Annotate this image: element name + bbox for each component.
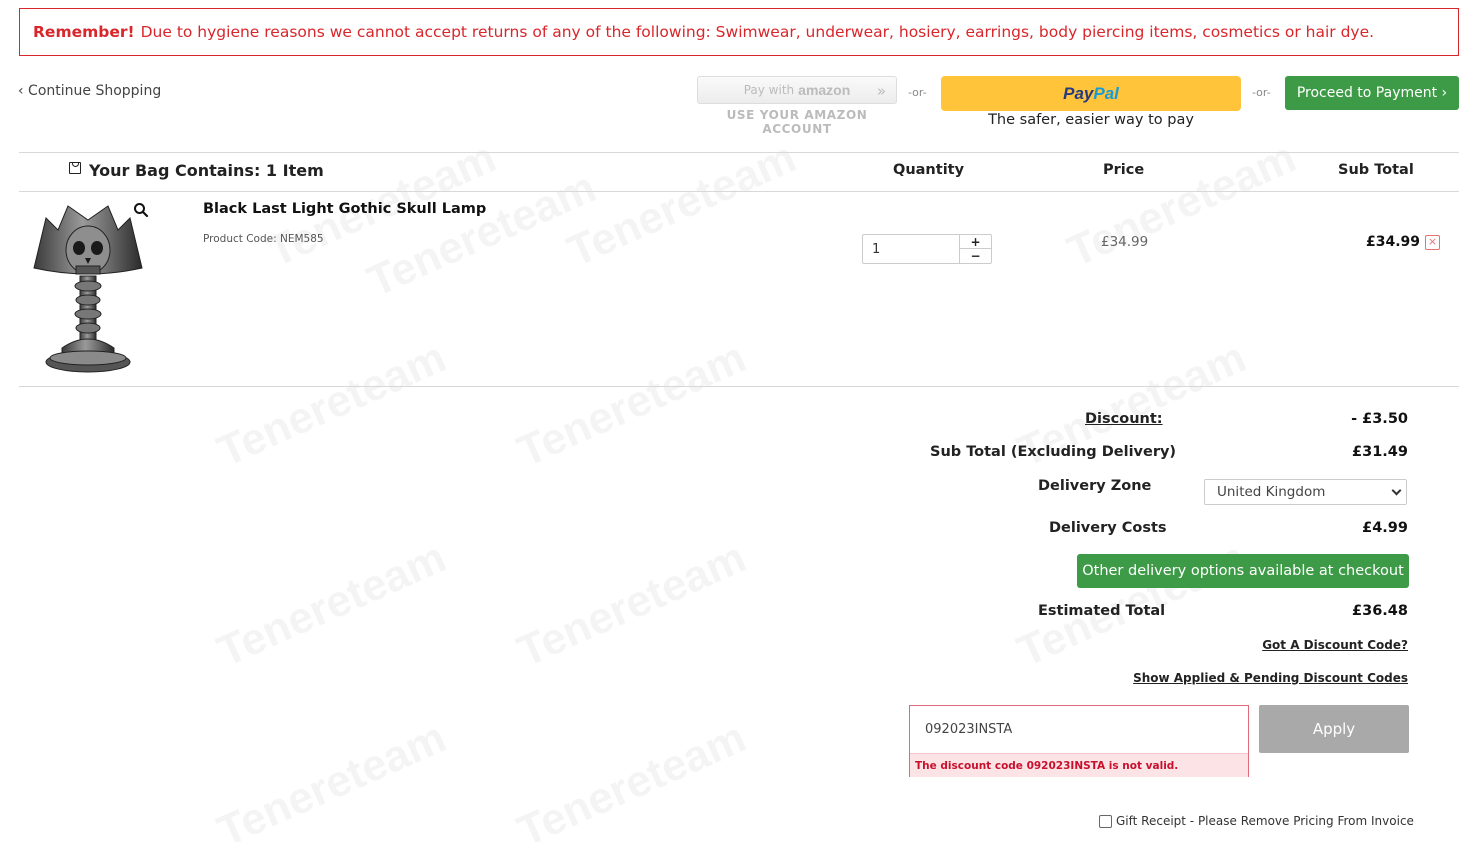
product-code: Product Code: NEM585 [203, 233, 324, 245]
unit-price: £34.99 [1101, 234, 1149, 250]
delivery-zone-label: Delivery Zone [1038, 478, 1152, 494]
discount-value: - £3.50 [1351, 411, 1408, 427]
watermark: Tenereteam [560, 133, 803, 278]
discount-error-message: The discount code 092023INSTA is not val… [910, 753, 1248, 777]
divider [19, 386, 1459, 387]
bag-icon [69, 161, 81, 174]
paypal-logo-pal: Pal [1093, 83, 1119, 103]
subtotal-column-header: Sub Total [1338, 162, 1414, 178]
estimated-total-value: £36.48 [1352, 603, 1408, 619]
gift-receipt-checkbox[interactable] [1099, 814, 1112, 828]
chevron-down-icon [1391, 485, 1402, 496]
watermark: Tenereteam [210, 333, 453, 478]
price-column-header: Price [1103, 162, 1145, 178]
bag-title-text: Your Bag Contains: 1 Item [89, 161, 324, 180]
discount-code-field: The discount code 092023INSTA is not val… [909, 705, 1249, 777]
amazon-pay-prefix: Pay with [743, 83, 795, 97]
discount-label: Discount: [1085, 411, 1163, 427]
watermark: Tenereteam [510, 333, 753, 478]
divider [19, 191, 1459, 192]
delivery-costs-value: £4.99 [1362, 520, 1408, 536]
paypal-caption: The safer, easier way to pay [988, 112, 1194, 128]
delivery-zone-selected: United Kingdom [1217, 484, 1326, 500]
quantity-column-header: Quantity [893, 162, 965, 178]
proceed-to-payment-button[interactable]: Proceed to Payment › [1285, 76, 1459, 110]
delivery-zone-select[interactable]: United Kingdom [1204, 479, 1407, 505]
product-name-link[interactable]: Black Last Light Gothic Skull Lamp [203, 201, 486, 217]
close-icon[interactable]: × [1425, 235, 1440, 250]
double-chevron-icon: » [876, 82, 886, 100]
subtotal-value: £31.49 [1352, 444, 1408, 460]
other-delivery-options-button[interactable]: Other delivery options available at chec… [1077, 554, 1409, 588]
watermark: Tenereteam [1060, 133, 1303, 278]
watermark: Tenereteam [510, 713, 753, 842]
quantity-stepper: + − [862, 234, 992, 264]
paypal-logo-pay: Pay [1063, 83, 1094, 103]
continue-shopping-link[interactable]: ‹ Continue Shopping [18, 83, 161, 99]
watermark: Tenereteam [210, 713, 453, 842]
quantity-input[interactable] [863, 235, 959, 263]
paypal-button[interactable]: PayPal [941, 76, 1241, 111]
or-separator: -or- [1252, 86, 1271, 99]
gift-receipt-option[interactable]: Gift Receipt - Please Remove Pricing Fro… [1099, 814, 1414, 828]
discount-code-input[interactable] [910, 706, 1248, 752]
or-separator: -or- [908, 86, 927, 99]
apply-discount-button[interactable]: Apply [1259, 705, 1409, 753]
amazon-caption: USE YOUR AMAZON ACCOUNT [726, 108, 868, 136]
amazon-logo: amazon [798, 82, 851, 98]
quantity-increase-button[interactable]: + [959, 235, 991, 249]
notice-text: Due to hygiene reasons we cannot accept … [140, 23, 1375, 41]
notice-heading: Remember! [33, 23, 135, 41]
search-icon[interactable] [133, 202, 149, 218]
estimated-total-label: Estimated Total [1038, 603, 1166, 619]
product-image[interactable] [28, 200, 148, 378]
bag-title: Your Bag Contains: 1 Item [69, 161, 324, 180]
line-subtotal: £34.99 [1366, 234, 1421, 250]
hygiene-notice: Remember! Due to hygiene reasons we cann… [19, 8, 1459, 56]
got-discount-code-link[interactable]: Got A Discount Code? [1262, 638, 1408, 652]
watermark: Tenereteam [210, 533, 453, 678]
watermark: Tenereteam [510, 533, 753, 678]
quantity-decrease-button[interactable]: − [959, 249, 991, 263]
watermark: Tenereteam [360, 163, 603, 308]
show-applied-discounts-link[interactable]: Show Applied & Pending Discount Codes [1133, 671, 1408, 685]
delivery-costs-label: Delivery Costs [1049, 520, 1167, 536]
amazon-pay-button[interactable]: Pay with amazon » [697, 76, 897, 104]
subtotal-label: Sub Total (Excluding Delivery) [930, 444, 1177, 460]
divider [19, 152, 1459, 153]
gift-receipt-label: Gift Receipt - Please Remove Pricing Fro… [1116, 814, 1414, 828]
paypal-logo: PayPal [1063, 84, 1119, 104]
